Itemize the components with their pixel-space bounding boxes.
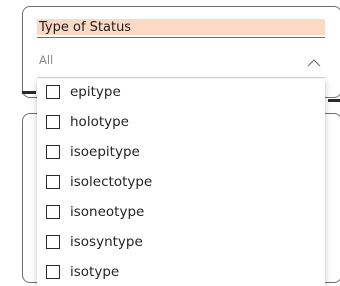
- card-edge-bar-right: [328, 99, 340, 102]
- dropdown-divider: [37, 77, 325, 78]
- option-label: isoneotype: [70, 204, 145, 220]
- checkbox[interactable]: [46, 145, 60, 159]
- checkbox[interactable]: [46, 85, 60, 99]
- checkbox[interactable]: [46, 205, 60, 219]
- option-label: isoepitype: [70, 144, 140, 160]
- option-isotype[interactable]: isotype: [37, 259, 325, 285]
- option-holotype[interactable]: holotype: [37, 109, 325, 135]
- option-label: holotype: [70, 114, 129, 130]
- slicer-title: Type of Status: [39, 20, 132, 35]
- option-label: isotype: [70, 264, 120, 280]
- slicer-dropdown[interactable]: All: [37, 50, 325, 72]
- slicer-title-underline: [37, 37, 325, 38]
- chevron-up-icon[interactable]: [307, 54, 321, 67]
- dropdown-selected-value: All: [39, 53, 54, 67]
- option-isolectotype[interactable]: isolectotype: [37, 169, 325, 195]
- option-isoepitype[interactable]: isoepitype: [37, 139, 325, 165]
- checkbox[interactable]: [46, 265, 60, 279]
- checkbox[interactable]: [46, 235, 60, 249]
- option-isoneotype[interactable]: isoneotype: [37, 199, 325, 225]
- report-canvas: Type of Status All epitype holotype isoe…: [0, 0, 340, 286]
- option-label: isosyntype: [70, 234, 143, 250]
- dropdown-options-list: epitype holotype isoepitype isolectotype…: [37, 79, 325, 286]
- checkbox[interactable]: [46, 115, 60, 129]
- checkbox[interactable]: [46, 175, 60, 189]
- option-label: epitype: [70, 84, 121, 100]
- option-epitype[interactable]: epitype: [37, 79, 325, 105]
- option-isosyntype[interactable]: isosyntype: [37, 229, 325, 255]
- card-edge-bar-left: [22, 91, 36, 94]
- option-label: isolectotype: [70, 174, 153, 190]
